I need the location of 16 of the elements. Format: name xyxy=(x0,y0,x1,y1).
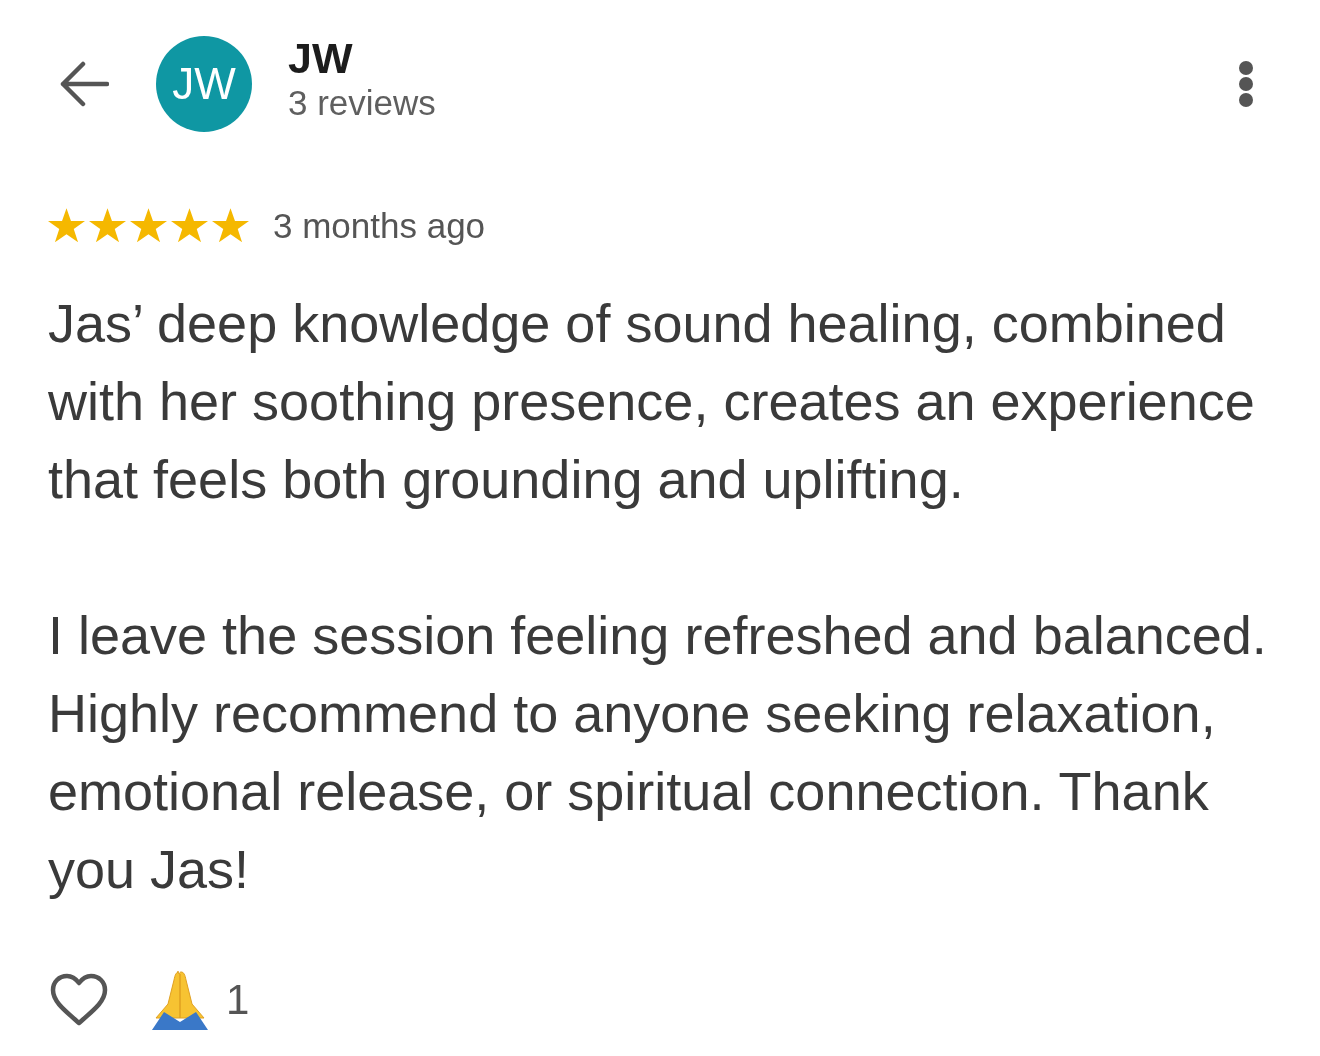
review-date: 3 months ago xyxy=(273,206,486,246)
back-arrow-icon xyxy=(59,61,109,107)
reaction-count: 1 xyxy=(226,976,250,1024)
heart-icon xyxy=(49,973,109,1027)
review-text: Jas’ deep knowledge of sound healing, combined with her soothing presence, creates an experience that feels both grounding and uplifting. xyxy=(48,292,1256,511)
star-icon xyxy=(130,208,167,244)
more-vertical-icon xyxy=(1238,60,1254,108)
star-icon xyxy=(171,208,208,244)
reviewer-name: JW xyxy=(288,34,354,82)
star-icon xyxy=(89,208,126,244)
star-icon xyxy=(48,208,85,244)
star-icon xyxy=(212,208,249,244)
avatar: JW xyxy=(156,36,252,132)
review-count: 3 reviews xyxy=(288,82,436,124)
review-text: I leave the session feeling refreshed and balanced. Highly recommend to anyone seeking relaxation, emotional release, or spiritual connection. Thank you Jas! xyxy=(48,604,1268,901)
praying-hands-icon xyxy=(150,970,210,1030)
